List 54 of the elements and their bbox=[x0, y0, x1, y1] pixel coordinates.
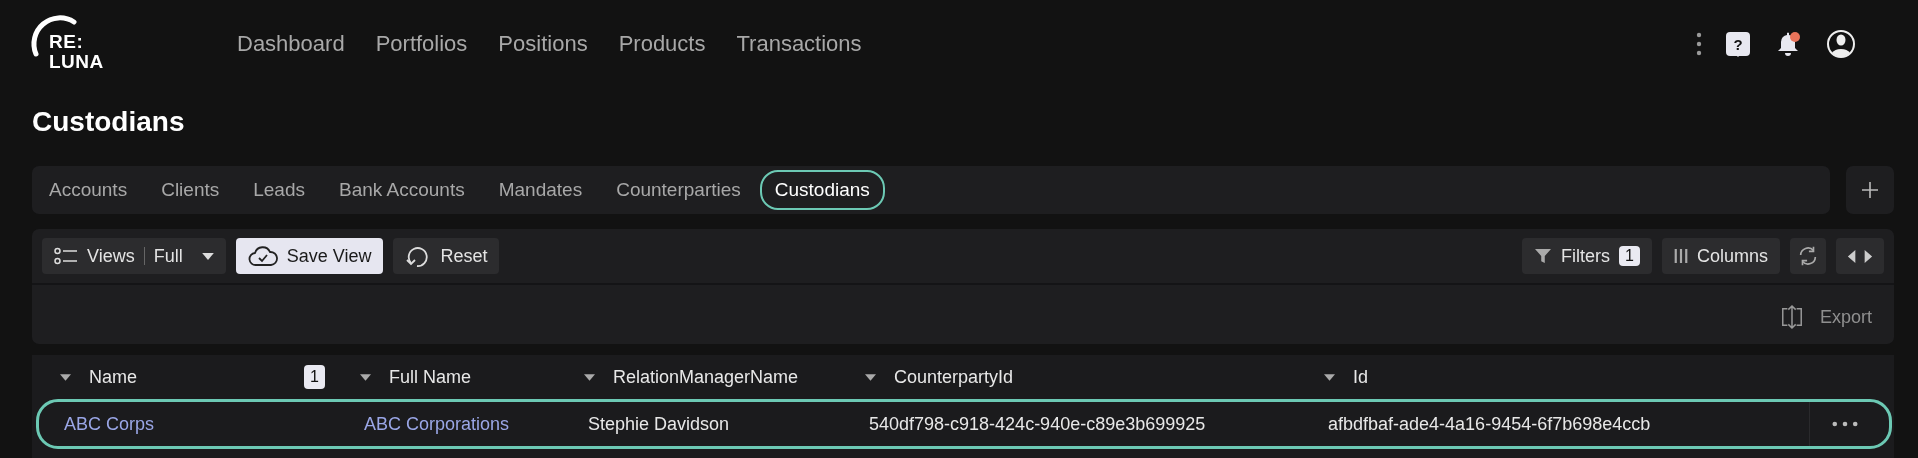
logo-text: LUNA bbox=[49, 52, 104, 72]
refresh-icon bbox=[1797, 245, 1819, 267]
export-icon bbox=[1779, 304, 1804, 330]
columns-button[interactable]: Columns bbox=[1661, 238, 1780, 274]
page-title: Custodians bbox=[32, 106, 186, 139]
views-dropdown[interactable]: Views Full bbox=[42, 238, 226, 274]
column-header[interactable]: Name bbox=[89, 366, 137, 388]
tab[interactable]: Leads bbox=[238, 170, 320, 210]
nav-link[interactable]: Portfolios bbox=[375, 31, 468, 57]
refresh-button[interactable] bbox=[1790, 238, 1826, 274]
filters-button[interactable]: Filters 1 bbox=[1522, 238, 1652, 274]
table-cell: Stephie Davidson bbox=[588, 413, 730, 435]
tab[interactable]: Custodians bbox=[759, 170, 885, 210]
columns-icon bbox=[1673, 248, 1688, 264]
tab[interactable]: Clients bbox=[146, 170, 235, 210]
column-header[interactable]: Full Name bbox=[389, 366, 472, 388]
plus-icon bbox=[1860, 180, 1880, 200]
more-icon[interactable] bbox=[1696, 32, 1702, 56]
sort-icon[interactable] bbox=[360, 373, 371, 381]
sort-icon[interactable] bbox=[865, 373, 876, 381]
tab[interactable]: Accounts bbox=[34, 170, 143, 210]
nav-link[interactable]: Dashboard bbox=[237, 31, 345, 57]
table-link[interactable]: ABC Corporations bbox=[364, 413, 510, 435]
arrows-icon bbox=[1846, 248, 1874, 264]
table-link[interactable]: ABC Corps bbox=[64, 413, 155, 435]
nav-link[interactable]: Positions bbox=[498, 31, 588, 57]
logo-text: RE: bbox=[49, 32, 84, 52]
table-cell: 540df798-c918-424c-940e-c89e3b699925 bbox=[869, 413, 1206, 435]
list-icon bbox=[54, 247, 78, 265]
column-header[interactable]: RelationManagerName bbox=[613, 366, 799, 388]
reset-button[interactable]: Reset bbox=[393, 238, 500, 274]
scroll-arrows-button[interactable] bbox=[1836, 238, 1884, 274]
sort-icon[interactable] bbox=[584, 373, 595, 381]
filter-count: 1 bbox=[304, 365, 325, 389]
cloud-check-icon bbox=[247, 245, 278, 267]
export-button[interactable]: Export bbox=[1773, 303, 1878, 331]
column-header[interactable]: CounterpartyId bbox=[894, 366, 1014, 388]
table-cell: afbdfbaf-ade4-4a16-9454-6f7b698e4ccb bbox=[1328, 413, 1651, 435]
nav-link[interactable]: Transactions bbox=[736, 31, 862, 57]
caret-icon bbox=[201, 252, 214, 260]
add-tab-button[interactable] bbox=[1846, 166, 1894, 214]
logo[interactable]: RE: LUNA bbox=[32, 18, 112, 76]
filter-icon bbox=[1534, 248, 1553, 264]
column-header[interactable]: Id bbox=[1353, 366, 1368, 388]
tab[interactable]: Counterparties bbox=[601, 170, 756, 210]
table-row[interactable]: ABC Corps ABC Corporations Stephie Davidson 540df798-c918-424c-940e-c89e3b699925 afbdfbaf-ade4-4a16-9454-6f7b698e4ccb bbox=[36, 399, 1892, 449]
avatar-icon[interactable] bbox=[1826, 29, 1856, 59]
sort-icon[interactable] bbox=[60, 373, 71, 381]
tab[interactable]: Mandates bbox=[483, 170, 598, 210]
tab[interactable]: Bank Accounts bbox=[324, 170, 480, 210]
more-icon[interactable] bbox=[1831, 421, 1858, 427]
nav-link[interactable]: Products bbox=[618, 31, 706, 57]
save-view-button[interactable]: Save View bbox=[235, 238, 384, 274]
sort-icon[interactable] bbox=[1324, 373, 1335, 381]
